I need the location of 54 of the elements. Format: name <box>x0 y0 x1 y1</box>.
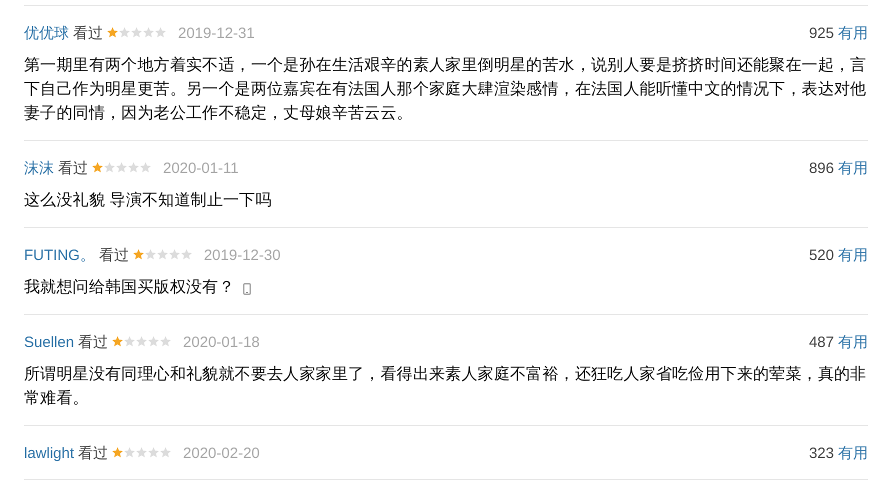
star-icon <box>132 248 145 261</box>
watch-status: 看过 <box>78 334 108 351</box>
star-icon <box>139 161 152 174</box>
review-text: 我就想问给韩国买版权没有？ <box>24 279 235 296</box>
star-icon <box>115 161 128 174</box>
review-text: 第一期里有两个地方着实不适，一个是孙在生活艰辛的素人家里倒明星的苦水，说别人要是挤挤时间还能聚在一起，言下自己作为明星更苦。另一个是两位嘉宾在有法国人那个家庭大肆渲染感情，在法国人能听懂中文的情况下，表达对他妻子的同情，因为老公工作不稳定，丈母娘辛苦云云。 <box>24 57 866 122</box>
star-icon <box>147 446 160 459</box>
user-name-link[interactable]: 沫沫 <box>24 160 54 177</box>
useful-link[interactable]: 有用 <box>838 334 868 351</box>
user-name-link[interactable]: lawlight <box>24 445 74 462</box>
review-date: 2019-12-31 <box>178 25 255 42</box>
watch-status: 看过 <box>98 247 129 264</box>
star-icon <box>123 335 136 348</box>
review-date: 2020-02-20 <box>183 445 260 462</box>
star-icon <box>144 248 157 261</box>
star-icon <box>123 446 136 459</box>
review-text: 这么没礼貌 导演不知道制止一下吗 <box>24 192 272 209</box>
star-icon <box>118 26 131 39</box>
star-icon <box>147 335 160 348</box>
useful-link[interactable]: 有用 <box>838 25 868 42</box>
star-icon <box>111 335 124 348</box>
user-name-link[interactable]: Suellen <box>24 334 74 351</box>
star-icon <box>159 446 172 459</box>
star-icon <box>135 446 148 459</box>
review-date: 2020-01-11 <box>163 160 239 177</box>
star-icon <box>91 161 104 174</box>
useful-link[interactable]: 有用 <box>838 160 868 177</box>
vote-count: 520 <box>808 247 834 264</box>
star-icon <box>130 26 143 39</box>
watch-status: 看过 <box>58 160 88 177</box>
star-icon <box>103 161 116 174</box>
star-icon <box>106 26 119 39</box>
review-date: 2019-12-30 <box>204 247 281 264</box>
star-icon <box>111 446 124 459</box>
vote-count: 896 <box>808 160 834 177</box>
watch-status: 看过 <box>78 445 108 462</box>
star-icon <box>159 335 172 348</box>
review-date: 2020-01-18 <box>183 334 260 351</box>
vote-count: 925 <box>808 25 834 42</box>
star-icon <box>154 26 167 39</box>
vote-count: 487 <box>808 334 834 351</box>
user-name-link[interactable]: FUTING。 <box>24 247 95 264</box>
star-icon <box>127 161 140 174</box>
review-text: 所谓明星没有同理心和礼貌就不要去人家家里了，看得出来素人家庭不富裕，还狂吃人家省吃俭用下来的荤菜，真的非常难看。 <box>24 366 866 407</box>
useful-link[interactable]: 有用 <box>838 247 868 264</box>
star-icon <box>180 248 193 261</box>
vote-count: 323 <box>808 445 834 462</box>
star-icon <box>142 26 155 39</box>
star-icon <box>168 248 181 261</box>
user-name-link[interactable]: 优优球 <box>24 25 69 42</box>
watch-status: 看过 <box>73 25 103 42</box>
star-icon <box>135 335 148 348</box>
useful-link[interactable]: 有用 <box>838 445 868 462</box>
star-icon <box>156 248 169 261</box>
